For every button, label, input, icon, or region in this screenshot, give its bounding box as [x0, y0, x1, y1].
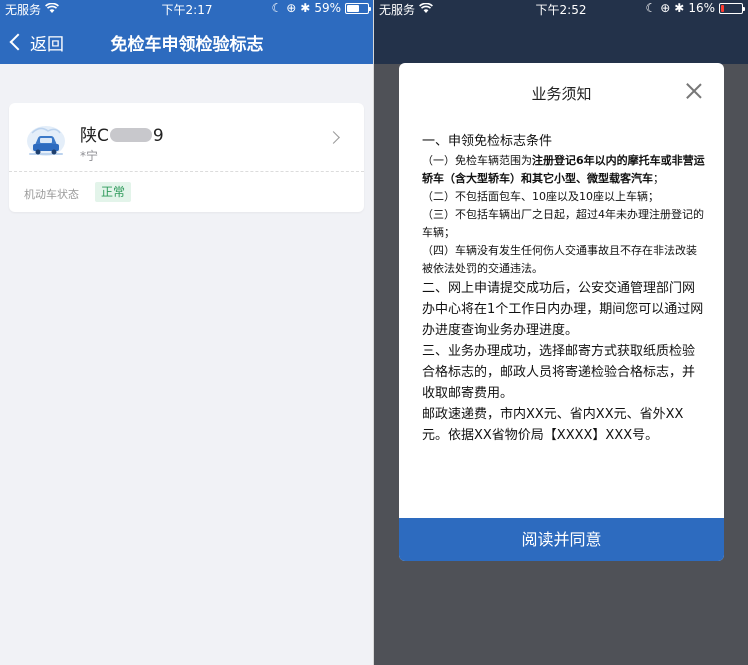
- modal-title: 业务须知: [531, 85, 592, 103]
- notice-paragraph: 一、申领免检标志条件: [422, 134, 553, 149]
- notice-paragraph: （四）车辆没有发生任何伤人交通事故且不存在非法改装被依法处罚的交通违法。: [422, 244, 697, 275]
- battery-percent: 59%: [314, 1, 341, 15]
- right-screen: 无服务 下午2:52 ☾ ⊕ ✱ 16% 业务须知 一、申领免检标志条件 （一）免…: [374, 0, 748, 665]
- close-icon[interactable]: [684, 81, 704, 101]
- plate-number: 陕C 9: [80, 121, 164, 146]
- notice-paragraph: 二、网上申请提交成功后，公安交通管理部门网办中心将在1个工作日内办理，期间您可以…: [422, 281, 704, 338]
- notice-paragraph: （三）不包括车辆出厂之日起，超过4年未办理注册登记的车辆；: [422, 208, 704, 239]
- owner-name: *宁: [80, 149, 99, 163]
- plate-prefix: 陕C: [80, 126, 109, 146]
- battery-icon: [719, 2, 745, 14]
- notice-paragraph: （二）不包括面包车、10座以及10座以上车辆；: [422, 190, 659, 203]
- vehicle-status-label: 机动车状态: [24, 188, 79, 201]
- left-screen: 无服务 下午2:17 ☾ ⊕ ✱ 59% 返回 免检车申领检验标志 陕C 9 *…: [0, 0, 374, 665]
- nav-bar: 返回 免检车申领检验标志: [0, 20, 374, 64]
- battery-percent: 16%: [688, 1, 715, 15]
- modal-body: 一、申领免检标志条件 （一）免检车辆范围为注册登记6年以内的摩托车或非营运轿车（含…: [422, 131, 705, 446]
- plate-mask: [109, 128, 152, 142]
- status-bar: 无服务 下午2:52 ☾ ⊕ ✱ 16%: [374, 0, 748, 18]
- bluetooth-icon: ✱: [300, 1, 311, 15]
- car-icon: [23, 121, 69, 161]
- notice-paragraph: （一）免检车辆范围为注册登记6年以内的摩托车或非营运轿车（含大型轿车）和其它小型…: [422, 154, 705, 185]
- notice-paragraph: 三、业务办理成功，选择邮寄方式获取纸质检验合格标志的，邮政人员将寄递检验合格标志…: [422, 344, 696, 401]
- battery-icon: [345, 2, 371, 14]
- plate-suffix: 9: [152, 126, 164, 146]
- rotation-lock-icon: ⊕: [286, 1, 297, 15]
- page-title: 免检车申领检验标志: [110, 35, 264, 55]
- notice-paragraph: 邮政速递费，市内XX元、省内XX元、省外XX元。依据XX省物价局【XXXX】XX…: [422, 407, 684, 443]
- moon-icon: ☾: [271, 1, 283, 15]
- chevron-right-icon: [327, 131, 340, 144]
- status-bar: 无服务 下午2:17 ☾ ⊕ ✱ 59%: [0, 0, 374, 18]
- agree-button[interactable]: 阅读并同意: [399, 518, 724, 561]
- moon-icon: ☾: [645, 1, 657, 15]
- bluetooth-icon: ✱: [674, 1, 685, 15]
- status-badge: 正常: [95, 182, 131, 202]
- notice-modal: 业务须知 一、申领免检标志条件 （一）免检车辆范围为注册登记6年以内的摩托车或非营…: [399, 63, 724, 561]
- rotation-lock-icon: ⊕: [660, 1, 671, 15]
- vehicle-card[interactable]: 陕C 9 *宁 机动车状态 正常: [9, 103, 364, 212]
- divider: [9, 171, 364, 172]
